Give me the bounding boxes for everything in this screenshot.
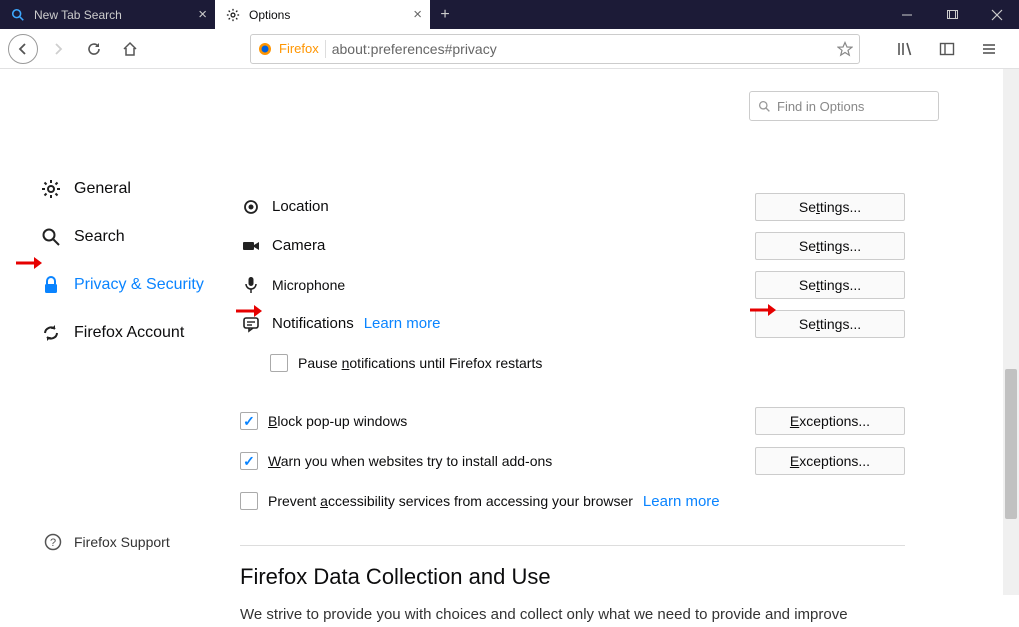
- sidebar-item-privacy[interactable]: Privacy & Security: [40, 261, 240, 309]
- help-icon: ?: [44, 533, 62, 551]
- sidebar-item-search[interactable]: Search: [40, 213, 240, 261]
- nav-toolbar: Firefox about:preferences#privacy: [0, 29, 1019, 69]
- divider: [240, 545, 905, 546]
- data-collection-heading: Firefox Data Collection and Use: [240, 564, 905, 590]
- tab-newtabsearch[interactable]: New Tab Search ×: [0, 0, 215, 29]
- svg-text:?: ?: [50, 537, 56, 549]
- camera-icon: [240, 237, 262, 255]
- support-label: Firefox Support: [74, 534, 170, 550]
- back-button[interactable]: [8, 34, 38, 64]
- tab-options[interactable]: Options ×: [215, 0, 430, 29]
- microphone-settings-button[interactable]: Settings...: [755, 271, 905, 299]
- find-in-options-input[interactable]: Find in Options: [749, 91, 939, 121]
- firefox-icon: [257, 41, 273, 57]
- gear-icon: [225, 7, 241, 23]
- prevent-a11y-row: Prevent accessibility services from acce…: [240, 481, 905, 521]
- permission-label: Notifications: [272, 315, 354, 332]
- sidebar-button[interactable]: [931, 33, 963, 65]
- block-popup-row: Block pop-up windows Exceptions...: [240, 401, 905, 441]
- separator: [325, 40, 326, 58]
- camera-settings-button[interactable]: Settings...: [755, 232, 905, 260]
- url-text: about:preferences#privacy: [332, 41, 831, 57]
- vertical-scrollbar[interactable]: [1003, 69, 1019, 595]
- warn-addons-checkbox[interactable]: [240, 452, 258, 470]
- checkbox-label: Pause notifications until Firefox restar…: [298, 355, 542, 371]
- pause-notifications-checkbox[interactable]: [270, 354, 288, 372]
- titlebar: New Tab Search × Options × +: [0, 0, 1019, 29]
- warn-addons-row: Warn you when websites try to install ad…: [240, 441, 905, 481]
- notification-icon: [240, 315, 262, 333]
- tab-label: Options: [249, 8, 290, 22]
- data-collection-paragraph: We strive to provide you with choices an…: [240, 604, 905, 627]
- location-icon: [240, 198, 262, 216]
- window-controls: [884, 0, 1019, 29]
- popup-exceptions-button[interactable]: Exceptions...: [755, 407, 905, 435]
- minimize-button[interactable]: [884, 0, 929, 29]
- preferences-main: Find in Options Location Settings... Cam…: [240, 69, 1019, 595]
- identity-label: Firefox: [279, 41, 319, 56]
- gear-icon: [40, 178, 62, 200]
- tab-label: New Tab Search: [34, 8, 122, 22]
- close-button[interactable]: [974, 0, 1019, 29]
- preferences-sidebar: General Search Privacy & Security Firefo…: [0, 69, 240, 595]
- permission-label: Microphone: [272, 277, 345, 293]
- sync-icon: [40, 322, 62, 344]
- sidebar-item-label: Firefox Account: [74, 324, 184, 342]
- url-bar[interactable]: Firefox about:preferences#privacy: [250, 34, 860, 64]
- find-placeholder: Find in Options: [777, 99, 864, 114]
- checkbox-label: Warn you when websites try to install ad…: [268, 453, 552, 469]
- new-tab-button[interactable]: +: [430, 0, 460, 29]
- sidebar-item-label: Privacy & Security: [74, 276, 204, 294]
- permission-label: Location: [272, 198, 329, 215]
- block-popup-checkbox[interactable]: [240, 412, 258, 430]
- search-icon: [10, 7, 26, 23]
- bookmark-star-icon[interactable]: [837, 41, 853, 57]
- permission-row-location: Location Settings...: [240, 187, 905, 226]
- a11y-learn-more-link[interactable]: Learn more: [643, 493, 720, 510]
- maximize-button[interactable]: [929, 0, 974, 29]
- checkbox-label: Block pop-up windows: [268, 413, 407, 429]
- home-button[interactable]: [114, 33, 146, 65]
- reload-button[interactable]: [78, 33, 110, 65]
- sidebar-item-label: Search: [74, 228, 125, 246]
- menu-button[interactable]: [973, 33, 1005, 65]
- close-icon[interactable]: ×: [413, 6, 422, 23]
- addons-exceptions-button[interactable]: Exceptions...: [755, 447, 905, 475]
- sidebar-item-label: General: [74, 180, 131, 198]
- permission-row-microphone: Microphone Settings...: [240, 265, 905, 304]
- checkbox-label: Prevent accessibility services from acce…: [268, 493, 633, 509]
- prevent-a11y-checkbox[interactable]: [240, 492, 258, 510]
- pause-notifications-row: Pause notifications until Firefox restar…: [270, 343, 905, 383]
- search-icon: [758, 100, 771, 113]
- permission-label: Camera: [272, 237, 325, 254]
- library-button[interactable]: [889, 33, 921, 65]
- notifications-settings-button[interactable]: Settings...: [755, 310, 905, 338]
- search-icon: [40, 226, 62, 248]
- permission-row-notifications: Notifications Learn more Settings...: [240, 304, 905, 343]
- lock-icon: [40, 274, 62, 296]
- forward-button[interactable]: [42, 33, 74, 65]
- microphone-icon: [240, 276, 262, 294]
- firefox-support-link[interactable]: ? Firefox Support: [44, 533, 170, 551]
- close-icon[interactable]: ×: [198, 6, 207, 23]
- sidebar-item-general[interactable]: General: [40, 165, 240, 213]
- location-settings-button[interactable]: Settings...: [755, 193, 905, 221]
- scrollbar-thumb[interactable]: [1005, 369, 1017, 519]
- permission-row-camera: Camera Settings...: [240, 226, 905, 265]
- notifications-learn-more-link[interactable]: Learn more: [364, 315, 441, 332]
- sidebar-item-firefox-account[interactable]: Firefox Account: [40, 309, 240, 357]
